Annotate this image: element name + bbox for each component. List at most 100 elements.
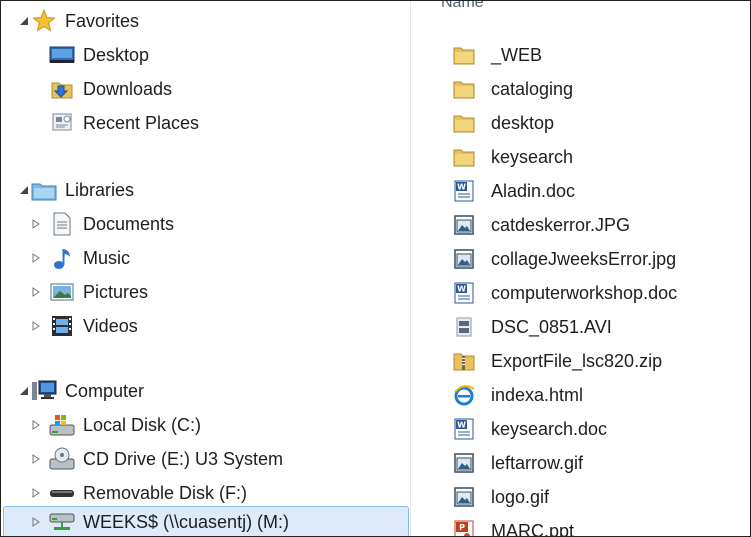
nav-item-label: CD Drive (E:) U3 System	[83, 448, 284, 469]
file-name: leftarrow.gif	[491, 452, 584, 473]
file-name: desktop	[491, 112, 555, 133]
folder-icon	[451, 144, 477, 170]
ie-html-icon	[451, 382, 477, 408]
file-item[interactable]: cataloging	[451, 73, 573, 105]
file-item[interactable]: keysearch	[451, 141, 573, 173]
nav-item-local-disk-c[interactable]: Local Disk (C:)	[29, 409, 201, 441]
music-icon	[49, 245, 75, 271]
svg-text:P: P	[459, 523, 465, 532]
file-item[interactable]: catdeskerror.JPG	[451, 209, 630, 241]
video-file-icon	[451, 314, 477, 340]
ppt-file-icon: P	[451, 518, 477, 536]
file-item[interactable]: P MARC.ppt	[451, 515, 574, 536]
nav-item-network-drive-m[interactable]: WEEKS$ (\\cuasentj) (M:)	[3, 506, 409, 536]
pictures-icon	[49, 279, 75, 305]
image-file-icon	[451, 450, 477, 476]
file-item[interactable]: indexa.html	[451, 379, 583, 411]
expand-arrow-icon[interactable]	[29, 285, 43, 299]
desktop-icon	[49, 42, 75, 68]
documents-icon	[49, 211, 75, 237]
nav-computer-label: Computer	[65, 380, 145, 401]
network-drive-icon	[49, 509, 75, 535]
file-name: keysearch	[491, 146, 574, 167]
word-doc-icon: W	[451, 416, 477, 442]
videos-icon	[49, 313, 75, 339]
file-name: collageJweeksError.jpg	[491, 248, 677, 269]
nav-item-label: Music	[83, 247, 131, 268]
favorites-star-icon	[31, 8, 57, 34]
zip-folder-icon	[451, 348, 477, 374]
nav-item-label: Removable Disk (F:)	[83, 482, 248, 503]
file-name: logo.gif	[491, 486, 550, 507]
collapse-arrow-icon[interactable]	[17, 183, 31, 197]
word-doc-icon: W	[451, 280, 477, 306]
removable-disk-icon	[49, 480, 75, 506]
file-name: indexa.html	[491, 384, 584, 405]
file-name: cataloging	[491, 78, 574, 99]
svg-text:W: W	[457, 285, 466, 294]
file-name: computerworkshop.doc	[491, 282, 678, 303]
nav-item-downloads[interactable]: Downloads	[49, 73, 172, 105]
expand-arrow-icon[interactable]	[29, 251, 43, 265]
file-list-pane: Name _WEB cataloging desktop keysearch W Alad…	[411, 1, 750, 536]
expand-arrow-icon[interactable]	[29, 515, 43, 529]
nav-libraries[interactable]: Libraries	[17, 174, 134, 206]
image-file-icon	[451, 212, 477, 238]
nav-favorites[interactable]: Favorites	[17, 5, 139, 37]
expand-arrow-icon[interactable]	[29, 486, 43, 500]
file-name: Aladin.doc	[491, 180, 576, 201]
file-item[interactable]: ExportFile_lsc820.zip	[451, 345, 662, 377]
file-item[interactable]: Wkeysearch.doc	[451, 413, 607, 445]
nav-item-cd-drive-e[interactable]: CD Drive (E:) U3 System	[29, 443, 283, 475]
file-name: MARC.ppt	[491, 520, 575, 537]
local-disk-icon	[49, 412, 75, 438]
column-header-name[interactable]: Name	[441, 1, 484, 12]
svg-text:W: W	[457, 421, 466, 430]
nav-item-desktop[interactable]: Desktop	[49, 39, 149, 71]
nav-item-documents[interactable]: Documents	[29, 208, 174, 240]
nav-item-pictures[interactable]: Pictures	[29, 276, 148, 308]
nav-item-label: Desktop	[83, 44, 150, 65]
image-file-icon	[451, 246, 477, 272]
file-item[interactable]: DSC_0851.AVI	[451, 311, 612, 343]
file-name: keysearch.doc	[491, 418, 608, 439]
nav-item-label: Videos	[83, 315, 138, 336]
nav-item-removable-disk-f[interactable]: Removable Disk (F:)	[29, 477, 247, 509]
nav-item-label: Local Disk (C:)	[83, 414, 202, 435]
svg-text:W: W	[457, 183, 466, 192]
navigation-pane: Favorites Desktop Downloads Recent Place…	[1, 1, 409, 536]
file-item[interactable]: logo.gif	[451, 481, 549, 513]
computer-icon	[31, 378, 57, 404]
downloads-icon	[49, 76, 75, 102]
expand-arrow-icon[interactable]	[29, 319, 43, 333]
nav-item-label: Documents	[83, 213, 175, 234]
cd-drive-icon	[49, 446, 75, 472]
collapse-arrow-icon[interactable]	[17, 14, 31, 28]
file-item[interactable]: collageJweeksError.jpg	[451, 243, 676, 275]
file-item[interactable]: W Aladin.doc	[451, 175, 575, 207]
libraries-icon	[31, 177, 57, 203]
file-item[interactable]: desktop	[451, 107, 554, 139]
nav-item-label: Downloads	[83, 78, 173, 99]
nav-favorites-label: Favorites	[65, 10, 140, 31]
expand-arrow-icon[interactable]	[29, 452, 43, 466]
nav-item-label: Recent Places	[83, 112, 200, 133]
folder-icon	[451, 76, 477, 102]
nav-item-music[interactable]: Music	[29, 242, 130, 274]
nav-item-recent-places[interactable]: Recent Places	[49, 107, 199, 139]
expand-arrow-icon[interactable]	[29, 217, 43, 231]
file-name: ExportFile_lsc820.zip	[491, 350, 663, 371]
file-name: DSC_0851.AVI	[491, 316, 612, 337]
file-name: _WEB	[491, 44, 543, 65]
nav-item-label: Pictures	[83, 281, 149, 302]
file-item[interactable]: _WEB	[451, 39, 542, 71]
nav-item-videos[interactable]: Videos	[29, 310, 138, 342]
folder-icon	[451, 42, 477, 68]
recent-places-icon	[49, 110, 75, 136]
explorer-window: Favorites Desktop Downloads Recent Place…	[0, 0, 751, 537]
collapse-arrow-icon[interactable]	[17, 384, 31, 398]
expand-arrow-icon[interactable]	[29, 418, 43, 432]
file-item[interactable]: leftarrow.gif	[451, 447, 583, 479]
file-item[interactable]: Wcomputerworkshop.doc	[451, 277, 677, 309]
nav-computer[interactable]: Computer	[17, 375, 144, 407]
